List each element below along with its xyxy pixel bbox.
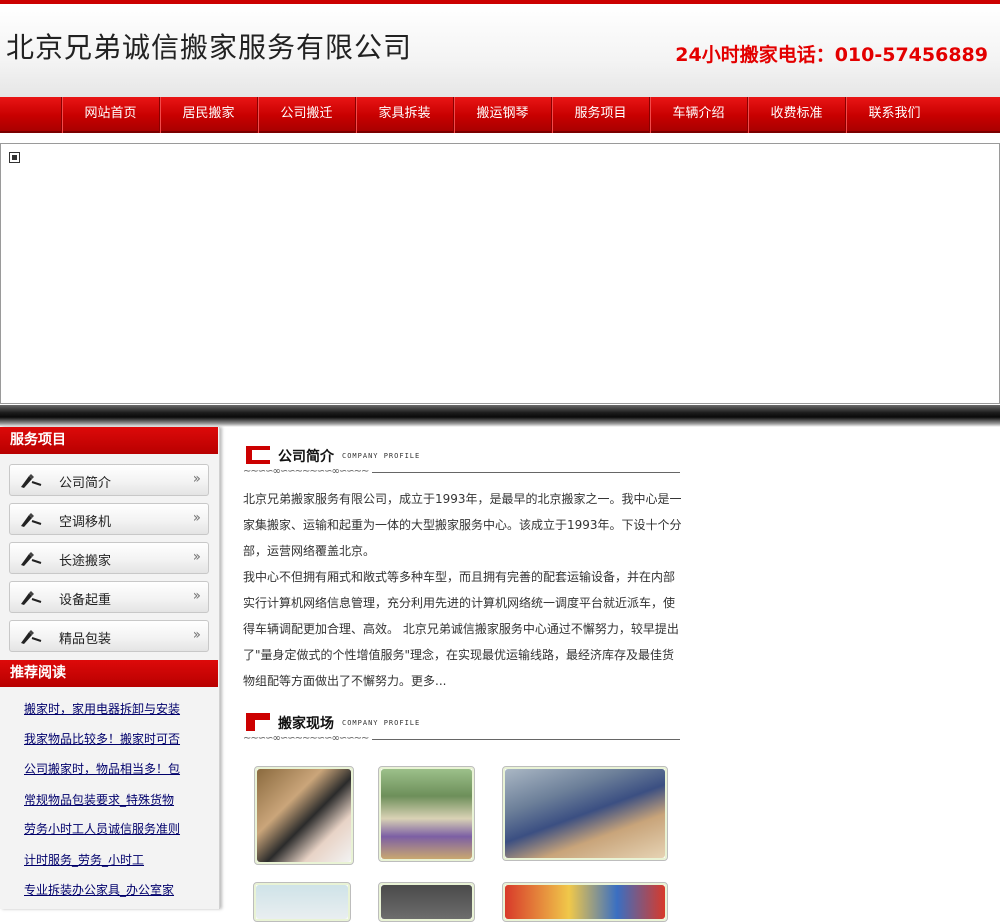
double-chevron-right-icon: ››	[192, 627, 201, 643]
pencil-icon	[21, 630, 42, 644]
scene-photo-1[interactable]	[254, 766, 354, 865]
site-title: 北京兄弟诚信搬家服务有限公司	[6, 31, 413, 64]
profile-subtitle: COMPANY PROFILE	[342, 452, 421, 460]
reading-link[interactable]: 公司搬家时，物品相当多！包	[24, 760, 184, 777]
double-chevron-right-icon: ››	[192, 471, 201, 487]
sidebar-item-label: 精品包装	[59, 632, 112, 647]
section-divider	[0, 405, 1000, 427]
double-chevron-right-icon: ››	[192, 549, 201, 565]
site-header: 北京兄弟诚信搬家服务有限公司 24小时搬家电话：010-57456889	[0, 0, 1000, 97]
scene-section-header: 搬家现场 COMPANY PROFILE ∼∼∽∽∞∽∽∼∼∼∽∽∞∽∽∼∼	[243, 705, 683, 747]
nav-item-vehicles[interactable]: 车辆介绍	[649, 97, 747, 133]
pencil-icon	[21, 474, 42, 488]
sidebar-item-label: 长途搬家	[59, 554, 112, 569]
reading-heading: 推荐阅读	[0, 660, 218, 687]
c-letter-icon	[246, 446, 270, 464]
nav-item-furniture[interactable]: 家具拆装	[355, 97, 453, 133]
profile-text: 北京兄弟搬家服务有限公司，成立于1993年，是最早的北京搬家之一。我中心是一家集…	[243, 486, 683, 694]
scene-photo-4[interactable]	[253, 882, 351, 922]
sidebar-item-hoisting[interactable]: 设备起重 ››	[9, 581, 209, 613]
sidebar-item-profile[interactable]: 公司简介 ››	[9, 464, 209, 496]
nav-item-residential[interactable]: 居民搬家	[159, 97, 257, 133]
profile-paragraph-1: 北京兄弟搬家服务有限公司，成立于1993年，是最早的北京搬家之一。我中心是一家集…	[243, 492, 682, 558]
broken-plugin-icon	[9, 152, 20, 163]
reading-link[interactable]: 专业拆装办公家具_办公室家	[24, 881, 184, 898]
sidebar-item-label: 公司简介	[59, 476, 112, 491]
double-chevron-right-icon: ››	[192, 588, 201, 604]
ornament-divider-icon: ∼∼∽∽∞∽∽∼∼∼∽∽∞∽∽∼∼	[243, 466, 373, 477]
sidebar-item-packing[interactable]: 精品包装 ››	[9, 620, 209, 652]
pencil-icon	[21, 513, 42, 527]
nav-item-services[interactable]: 服务项目	[551, 97, 649, 133]
scene-photo-5[interactable]	[378, 882, 475, 922]
reading-link[interactable]: 我家物品比较多！搬家时可否	[24, 730, 184, 747]
sidebar-item-label: 设备起重	[59, 593, 112, 608]
reading-link[interactable]: 计时服务_劳务_小时工	[24, 851, 184, 868]
reading-link[interactable]: 劳务小时工人员诚信服务准则	[24, 820, 184, 837]
scene-photo-2[interactable]	[378, 766, 475, 862]
nav-item-contact[interactable]: 联系我们	[845, 97, 943, 133]
double-chevron-right-icon: ››	[192, 510, 201, 526]
nav-item-pricing[interactable]: 收费标准	[747, 97, 845, 133]
profile-title: 公司简介	[278, 449, 334, 465]
pencil-icon	[21, 591, 42, 605]
scene-subtitle: COMPANY PROFILE	[342, 719, 421, 727]
sidebar-item-ac[interactable]: 空调移机 ››	[9, 503, 209, 535]
nav-item-piano[interactable]: 搬运钢琴	[453, 97, 551, 133]
scene-title: 搬家现场	[278, 716, 334, 732]
main-nav: 网站首页 居民搬家 公司搬迁 家具拆装 搬运钢琴 服务项目 车辆介绍 收费标准 …	[0, 97, 1000, 133]
sidebar-item-label: 空调移机	[59, 515, 112, 530]
banner-area	[0, 143, 1000, 404]
scene-photo-6[interactable]	[502, 882, 668, 922]
p-letter-icon	[246, 713, 270, 731]
nav-item-company-move[interactable]: 公司搬迁	[257, 97, 355, 133]
scene-photo-3[interactable]	[502, 766, 668, 861]
profile-section-header: 公司简介 COMPANY PROFILE ∼∼∽∽∞∽∽∼∼∼∽∽∞∽∽∼∼	[243, 438, 683, 480]
sidebar: 服务项目 公司简介 ›› 空调移机 ›› 长途搬家 ›› 设备起重 ›› 精品包…	[0, 427, 220, 909]
ornament-divider-icon: ∼∼∽∽∞∽∽∼∼∼∽∽∞∽∽∼∼	[243, 733, 373, 744]
pencil-icon	[21, 552, 42, 566]
nav-item-home[interactable]: 网站首页	[61, 97, 159, 133]
services-heading: 服务项目	[0, 427, 218, 454]
sidebar-item-long-distance[interactable]: 长途搬家 ››	[9, 542, 209, 574]
reading-link[interactable]: 搬家时，家用电器拆卸与安装	[24, 700, 184, 717]
reading-link[interactable]: 常规物品包装要求_特殊货物	[24, 791, 184, 808]
hotline-phone: 24小时搬家电话：010-57456889	[675, 44, 988, 66]
profile-paragraph-2: 我中心不但拥有厢式和敞式等多种车型，而且拥有完善的配套运输设备，并在内部实行计算…	[243, 570, 679, 688]
